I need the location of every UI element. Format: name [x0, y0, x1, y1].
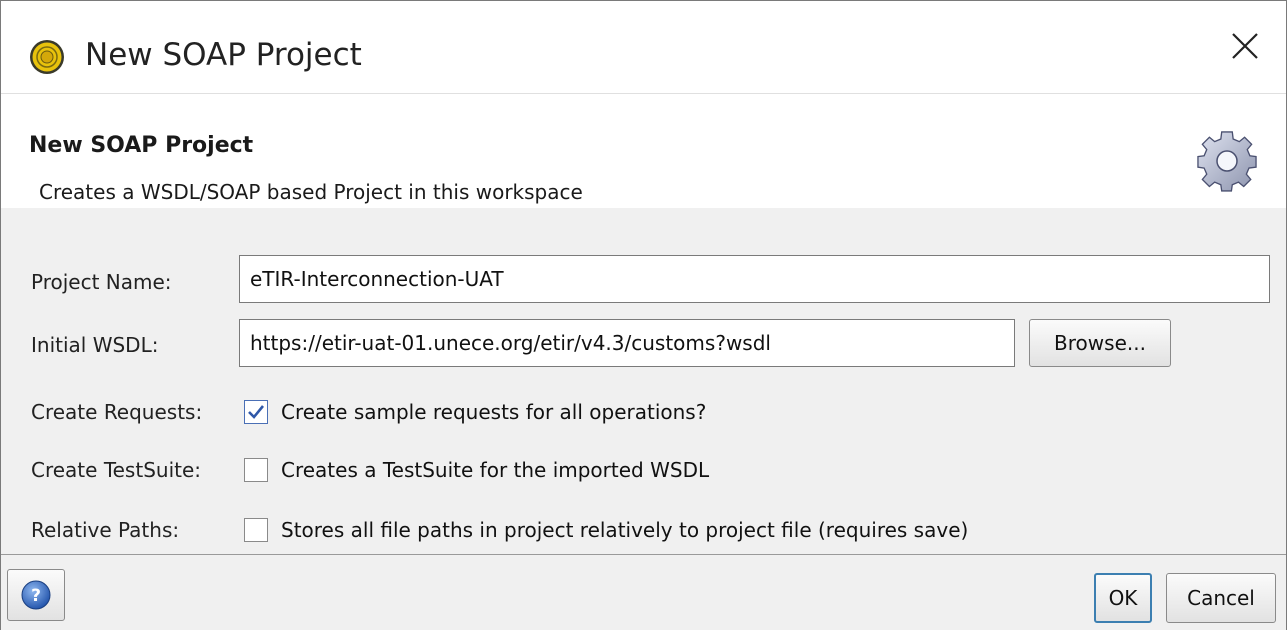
close-icon: [1232, 33, 1258, 59]
dialog-footer: ? OK Cancel: [1, 554, 1286, 630]
create-requests-checkbox[interactable]: [244, 400, 268, 424]
relative-paths-checkbox[interactable]: [244, 518, 268, 542]
checkmark-icon: [248, 405, 265, 419]
project-form: Project Name: Initial WSDL: Browse... Cr…: [1, 208, 1286, 554]
header-description: Creates a WSDL/SOAP based Project in thi…: [39, 180, 583, 204]
cancel-button[interactable]: Cancel: [1166, 573, 1276, 623]
initial-wsdl-label: Initial WSDL:: [31, 333, 159, 357]
close-button[interactable]: [1206, 1, 1286, 93]
relative-paths-option-label: Stores all file paths in project relativ…: [281, 518, 969, 542]
initial-wsdl-input[interactable]: [239, 319, 1015, 367]
svg-text:?: ?: [31, 586, 41, 606]
app-logo-icon: [30, 40, 64, 74]
project-name-input[interactable]: [239, 255, 1270, 303]
new-soap-project-dialog: New SOAP Project New SOAP Project Create…: [0, 0, 1287, 630]
project-name-label: Project Name:: [31, 270, 172, 294]
create-testsuite-label: Create TestSuite:: [31, 458, 202, 482]
create-requests-label: Create Requests:: [31, 400, 203, 424]
browse-button[interactable]: Browse...: [1029, 319, 1171, 367]
gear-icon: [1197, 131, 1257, 192]
ok-button[interactable]: OK: [1094, 573, 1152, 623]
create-testsuite-option-label: Creates a TestSuite for the imported WSD…: [281, 458, 710, 482]
create-testsuite-checkbox[interactable]: [244, 458, 268, 482]
header-title: New SOAP Project: [29, 133, 254, 158]
help-icon: ?: [21, 580, 51, 610]
title-bar: New SOAP Project: [1, 1, 1286, 93]
dialog-header: New SOAP Project Creates a WSDL/SOAP bas…: [1, 93, 1286, 209]
create-requests-option-label: Create sample requests for all operation…: [281, 400, 707, 424]
help-button[interactable]: ?: [7, 569, 65, 621]
window-title: New SOAP Project: [85, 37, 362, 73]
relative-paths-label: Relative Paths:: [31, 518, 180, 542]
